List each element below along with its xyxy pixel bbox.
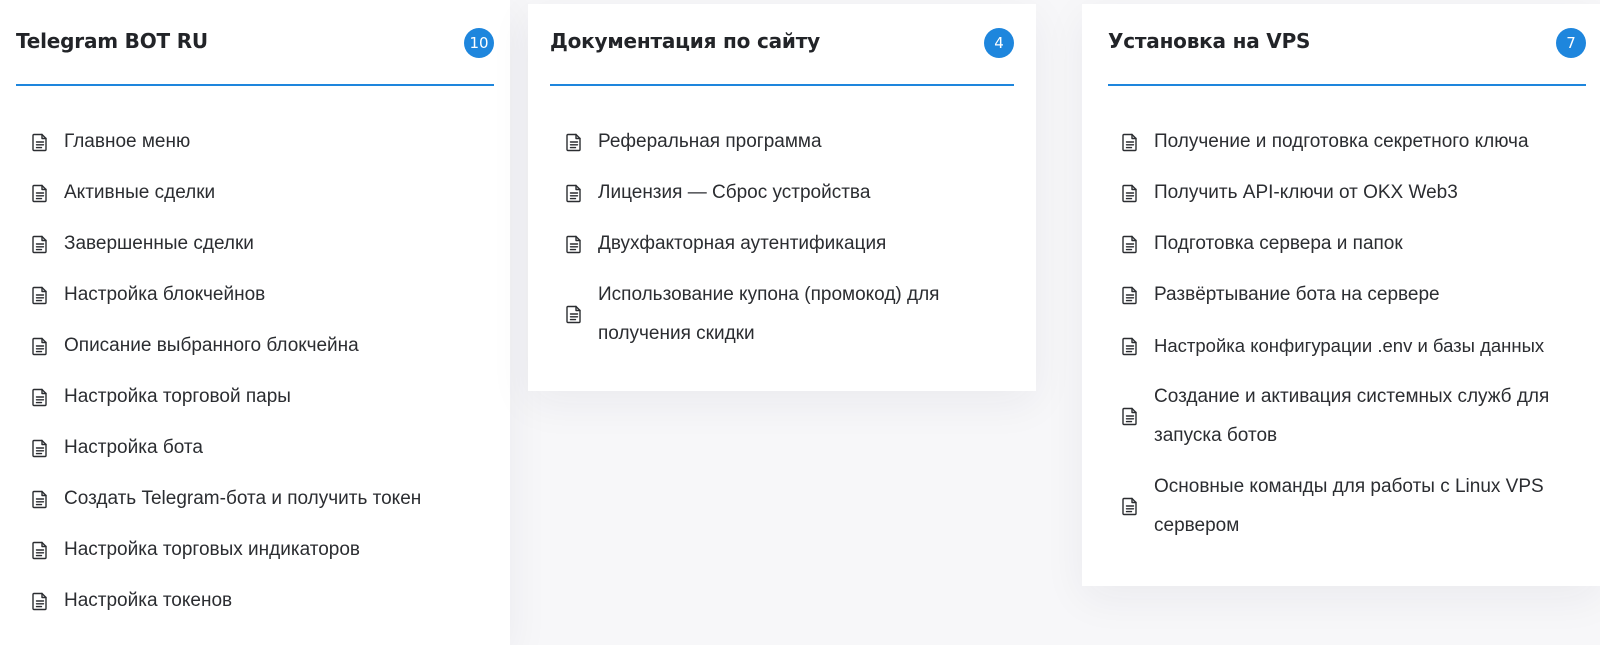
document-icon [1120,496,1140,516]
article-title[interactable]: Двухфакторная аутентификация [598,224,886,263]
article-link[interactable]: Настройка конфигурации .env и базы данны… [1120,326,1590,365]
article-title[interactable]: Главное меню [64,122,190,161]
article-link[interactable]: Настройка бота [30,428,490,467]
card-header: Telegram BOT RU 10 [16,0,494,86]
document-icon [1120,234,1140,254]
category-card-vps-install: Установка на VPS 7 Получение и подготовк… [1082,4,1600,586]
document-icon [1120,183,1140,203]
article-link[interactable]: Активные сделки [30,173,490,212]
document-icon [30,489,50,509]
article-link[interactable]: Лицензия — Сброс устройства [564,173,1004,212]
article-link[interactable]: Создание и активация системных служб для… [1120,377,1590,455]
article-list: Главное меню Активные сделки Завершенные… [30,122,490,632]
document-icon [30,183,50,203]
article-title[interactable]: Получение и подготовка секретного ключа [1154,122,1529,161]
card-title[interactable]: Установка на VPS [1108,29,1310,53]
article-title[interactable]: Использование купона (промокод) для полу… [598,275,970,353]
category-card-site-docs: Документация по сайту 4 Реферальная прог… [528,4,1036,391]
category-card-telegram-bot: Telegram BOT RU 10 Главное меню Активные… [0,0,510,645]
article-title[interactable]: Активные сделки [64,173,215,212]
document-icon [30,234,50,254]
article-title[interactable]: Создать Telegram-бота и получить токен [64,479,421,518]
document-icon [30,540,50,560]
article-link[interactable]: Двухфакторная аутентификация [564,224,1004,263]
article-link[interactable]: Настройка блокчейнов [30,275,490,314]
article-link[interactable]: Развёртывание бота на сервере [1120,275,1590,314]
article-link[interactable]: Основные команды для работы с Linux VPS … [1120,467,1590,545]
card-header: Установка на VPS 7 [1108,4,1586,86]
article-count-badge: 10 [464,28,494,58]
card-title[interactable]: Документация по сайту [550,29,820,53]
document-icon [30,285,50,305]
article-link[interactable]: Настройка торговых индикаторов [30,530,490,569]
document-icon [1120,406,1140,426]
card-header: Документация по сайту 4 [550,4,1014,86]
article-title[interactable]: Настройка токенов [64,581,232,620]
article-title[interactable]: Завершенные сделки [64,224,254,263]
article-title[interactable]: Основные команды для работы с Linux VPS … [1154,467,1564,545]
document-icon [564,132,584,152]
card-title[interactable]: Telegram BOT RU [16,29,208,53]
article-link[interactable]: Подготовка сервера и папок [1120,224,1590,263]
document-icon [564,234,584,254]
article-count-badge: 7 [1556,28,1586,58]
document-icon [564,304,584,324]
document-icon [1120,132,1140,152]
article-link[interactable]: Настройка токенов [30,581,490,620]
article-list: Реферальная программа Лицензия — Сброс у… [564,122,1004,365]
article-link[interactable]: Получить API-ключи от OKX Web3 [1120,173,1590,212]
article-link[interactable]: Главное меню [30,122,490,161]
document-icon [1120,285,1140,305]
article-title[interactable]: Получить API-ключи от OKX Web3 [1154,173,1458,212]
article-title[interactable]: Настройка конфигурации .env и базы данны… [1154,326,1544,365]
article-title[interactable]: Реферальная программа [598,122,822,161]
article-title[interactable]: Развёртывание бота на сервере [1154,275,1440,314]
article-link[interactable]: Получение и подготовка секретного ключа [1120,122,1590,161]
document-icon [30,336,50,356]
article-title[interactable]: Настройка блокчейнов [64,275,265,314]
article-link[interactable]: Реферальная программа [564,122,1004,161]
document-icon [30,591,50,611]
article-link[interactable]: Использование купона (промокод) для полу… [564,275,1004,353]
article-title[interactable]: Настройка бота [64,428,203,467]
article-link[interactable]: Описание выбранного блокчейна [30,326,490,365]
article-count-badge: 4 [984,28,1014,58]
article-title[interactable]: Создание и активация системных служб для… [1154,377,1564,455]
document-icon [30,387,50,407]
article-title[interactable]: Подготовка сервера и папок [1154,224,1403,263]
article-title[interactable]: Настройка торговой пары [64,377,291,416]
article-link[interactable]: Завершенные сделки [30,224,490,263]
document-icon [564,183,584,203]
article-title[interactable]: Описание выбранного блокчейна [64,326,359,365]
article-link[interactable]: Настройка торговой пары [30,377,490,416]
document-icon [1120,336,1140,356]
article-title[interactable]: Лицензия — Сброс устройства [598,173,870,212]
article-list: Получение и подготовка секретного ключа … [1120,122,1590,557]
document-icon [30,438,50,458]
document-icon [30,132,50,152]
article-title[interactable]: Настройка торговых индикаторов [64,530,360,569]
article-link[interactable]: Создать Telegram-бота и получить токен [30,479,490,518]
